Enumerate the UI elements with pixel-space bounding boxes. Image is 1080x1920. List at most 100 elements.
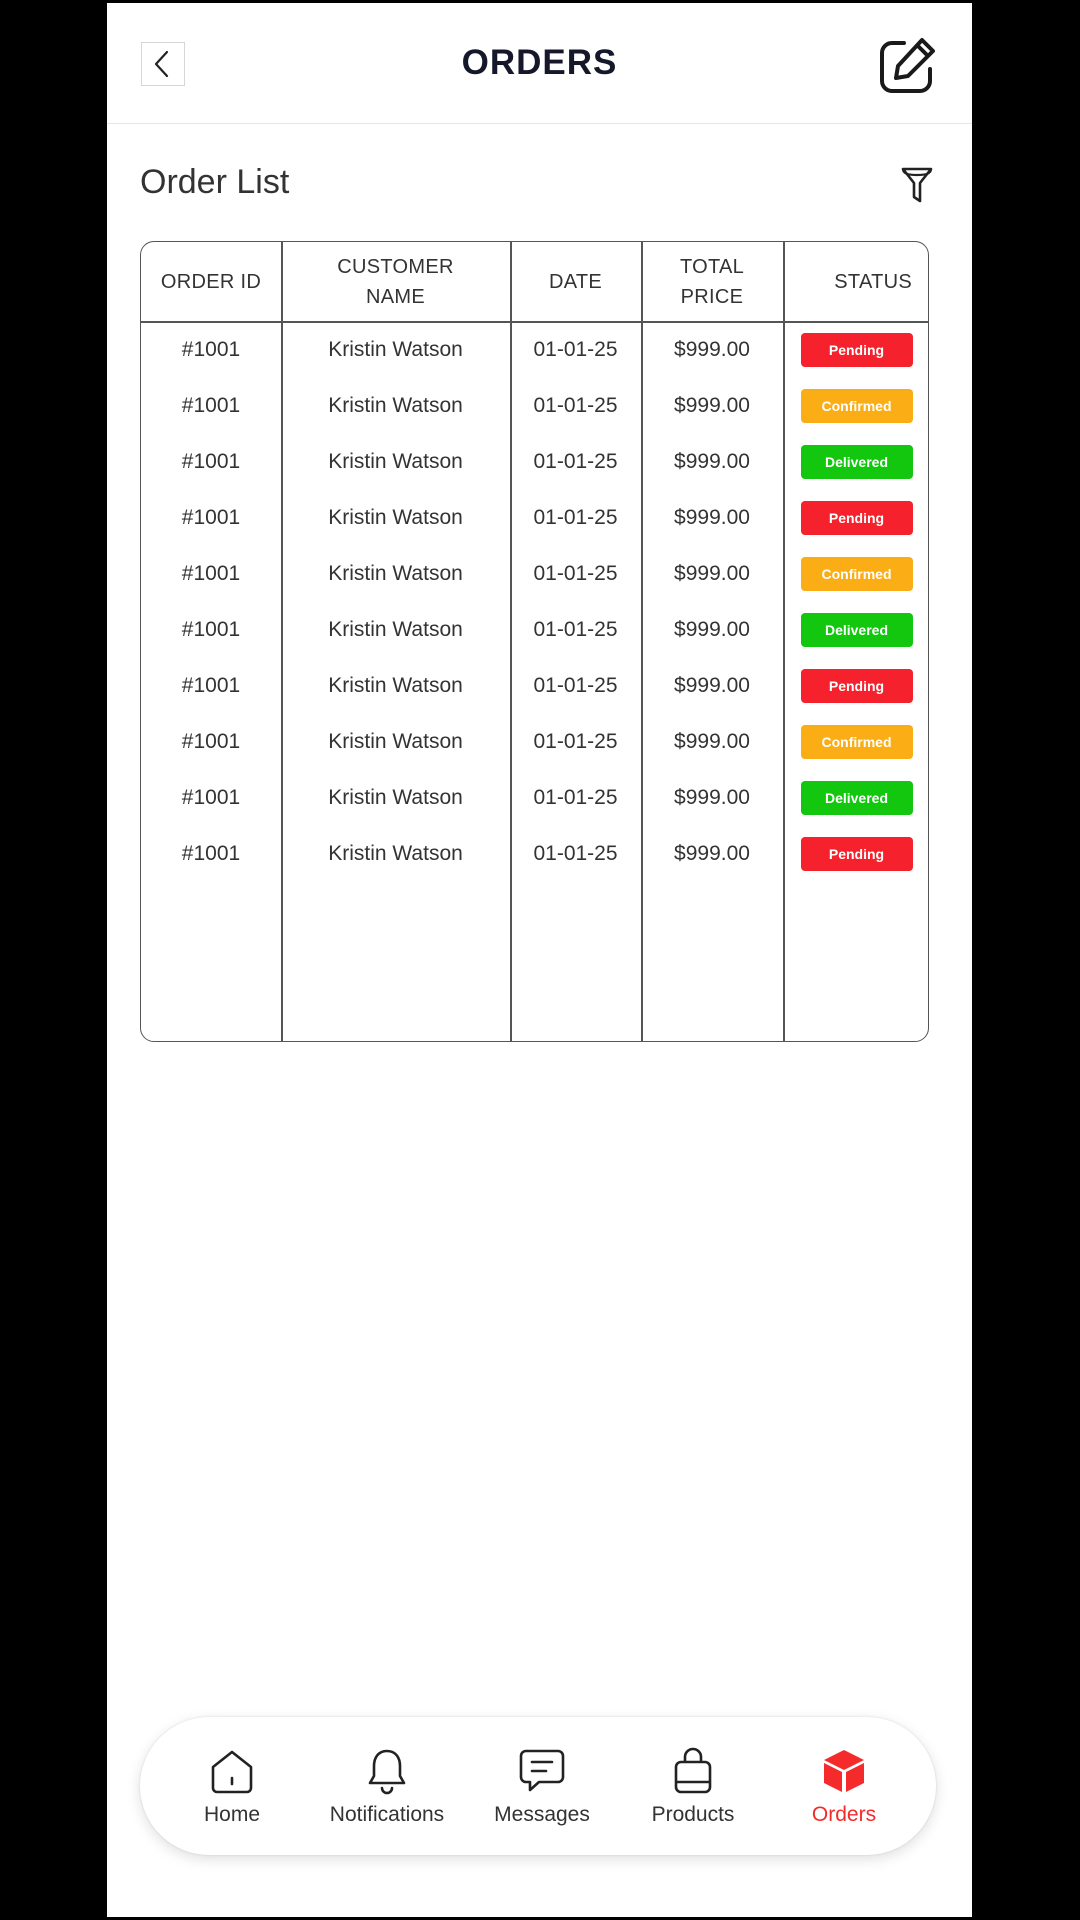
nav-label-products: Products xyxy=(651,1803,735,1826)
nav-item-messages[interactable]: Messages xyxy=(467,1717,617,1855)
status-badge: Delivered xyxy=(800,781,913,815)
bell-icon xyxy=(361,1745,413,1797)
cell-total-price: $999.00 xyxy=(674,562,750,585)
edit-button[interactable] xyxy=(876,35,938,97)
table-row[interactable]: #1001 Kristin Watson 01-01-25 $999.00 Delive… xyxy=(141,768,928,828)
cell-date: 01-01-25 xyxy=(533,394,618,417)
cell-date: 01-01-25 xyxy=(533,730,618,753)
cell-order-id: #1001 xyxy=(181,730,241,753)
table-row[interactable]: #1001 Kristin Watson 01-01-25 $999.00 Confir… xyxy=(141,376,928,436)
cell-status: Pending xyxy=(783,656,928,716)
status-badge: Delivered xyxy=(800,613,913,647)
cell-total-price: $999.00 xyxy=(674,450,750,473)
cell-order-id: #1001 xyxy=(181,842,241,865)
status-badge: Pending xyxy=(800,501,913,535)
bottom-navigation: Home Notifications Messages Products Ord… xyxy=(140,1717,936,1855)
status-badge: Confirmed xyxy=(800,557,913,591)
nav-item-home[interactable]: Home xyxy=(157,1717,307,1855)
cell-customer-name: Kristin Watson xyxy=(328,506,463,529)
cell-date: 01-01-25 xyxy=(533,674,618,697)
cell-status: Confirmed xyxy=(783,376,928,436)
cell-customer-name: Kristin Watson xyxy=(328,394,463,417)
cell-status: Pending xyxy=(783,488,928,548)
cell-customer-name: Kristin Watson xyxy=(328,562,463,585)
cell-date: 01-01-25 xyxy=(533,506,618,529)
column-header-total-price[interactable]: TOTAL PRICE xyxy=(641,242,783,321)
nav-label-messages: Messages xyxy=(494,1803,590,1826)
cell-total-price: $999.00 xyxy=(674,394,750,417)
cell-customer-name: Kristin Watson xyxy=(328,674,463,697)
status-badge: Pending xyxy=(800,333,913,367)
nav-label-notifications: Notifications xyxy=(329,1803,445,1826)
cell-customer-name: Kristin Watson xyxy=(328,786,463,809)
cell-status: Pending xyxy=(783,824,928,884)
column-header-date[interactable]: DATE xyxy=(510,242,641,321)
cell-date: 01-01-25 xyxy=(533,562,618,585)
table-row[interactable]: #1001 Kristin Watson 01-01-25 $999.00 Pendin… xyxy=(141,488,928,548)
box-icon xyxy=(818,1745,870,1797)
cell-status: Delivered xyxy=(783,768,928,828)
nav-item-orders[interactable]: Orders xyxy=(769,1717,919,1855)
cell-date: 01-01-25 xyxy=(533,842,618,865)
cell-date: 01-01-25 xyxy=(533,338,618,361)
cell-order-id: #1001 xyxy=(181,450,241,473)
filter-button[interactable] xyxy=(897,163,937,207)
cell-customer-name: Kristin Watson xyxy=(328,730,463,753)
cell-date: 01-01-25 xyxy=(533,786,618,809)
cell-total-price: $999.00 xyxy=(674,786,750,809)
cell-status: Pending xyxy=(783,320,928,380)
app-header: ORDERS xyxy=(107,3,972,124)
cell-total-price: $999.00 xyxy=(674,338,750,361)
page-title: ORDERS xyxy=(461,43,618,82)
cell-total-price: $999.00 xyxy=(674,842,750,865)
filter-icon xyxy=(901,167,933,203)
status-badge: Delivered xyxy=(800,445,913,479)
status-badge: Pending xyxy=(800,669,913,703)
status-badge: Pending xyxy=(800,837,913,871)
cell-customer-name: Kristin Watson xyxy=(328,618,463,641)
cell-customer-name: Kristin Watson xyxy=(328,338,463,361)
table-row[interactable]: #1001 Kristin Watson 01-01-25 $999.00 Pendin… xyxy=(141,824,928,884)
cell-order-id: #1001 xyxy=(181,338,241,361)
edit-icon xyxy=(880,38,935,93)
cell-status: Confirmed xyxy=(783,544,928,604)
column-header-order-id[interactable]: ORDER ID xyxy=(141,242,281,321)
cell-customer-name: Kristin Watson xyxy=(328,450,463,473)
status-badge: Confirmed xyxy=(800,725,913,759)
cell-order-id: #1001 xyxy=(181,674,241,697)
table-row[interactable]: #1001 Kristin Watson 01-01-25 $999.00 Delive… xyxy=(141,432,928,492)
table-row[interactable]: #1001 Kristin Watson 01-01-25 $999.00 Pendin… xyxy=(141,320,928,380)
cell-order-id: #1001 xyxy=(181,562,241,585)
cell-total-price: $999.00 xyxy=(674,506,750,529)
cell-date: 01-01-25 xyxy=(533,450,618,473)
cell-order-id: #1001 xyxy=(181,506,241,529)
cell-status: Delivered xyxy=(783,432,928,492)
status-badge: Confirmed xyxy=(800,389,913,423)
orders-table: ORDER ID CUSTOMER NAME DATE TOTAL PRICE ST… xyxy=(140,241,929,1042)
cell-total-price: $999.00 xyxy=(674,674,750,697)
table-row[interactable]: #1001 Kristin Watson 01-01-25 $999.00 Pendin… xyxy=(141,656,928,716)
cell-order-id: #1001 xyxy=(181,618,241,641)
home-icon xyxy=(206,1745,258,1797)
cell-date: 01-01-25 xyxy=(533,618,618,641)
cell-total-price: $999.00 xyxy=(674,730,750,753)
cell-status: Delivered xyxy=(783,600,928,660)
nav-item-products[interactable]: Products xyxy=(618,1717,768,1855)
column-header-customer-name[interactable]: CUSTOMER NAME xyxy=(281,242,510,321)
nav-label-orders: Orders xyxy=(811,1803,877,1826)
cell-customer-name: Kristin Watson xyxy=(328,842,463,865)
table-row[interactable]: #1001 Kristin Watson 01-01-25 $999.00 Confir… xyxy=(141,712,928,772)
shopping-bag-icon xyxy=(667,1745,719,1797)
cell-total-price: $999.00 xyxy=(674,618,750,641)
cell-status: Confirmed xyxy=(783,712,928,772)
nav-item-notifications[interactable]: Notifications xyxy=(312,1717,462,1855)
section-title: Order List xyxy=(140,163,290,201)
cell-order-id: #1001 xyxy=(181,394,241,417)
phone-screen: ORDERS Order List ORDER ID CUSTOMERNAME xyxy=(107,3,972,1917)
nav-label-home: Home xyxy=(203,1803,261,1826)
message-icon xyxy=(516,1745,568,1797)
table-row[interactable]: #1001 Kristin Watson 01-01-25 $999.00 Confir… xyxy=(141,544,928,604)
column-header-status[interactable]: STATUS xyxy=(783,242,928,321)
table-row[interactable]: #1001 Kristin Watson 01-01-25 $999.00 Delive… xyxy=(141,600,928,660)
cell-order-id: #1001 xyxy=(181,786,241,809)
